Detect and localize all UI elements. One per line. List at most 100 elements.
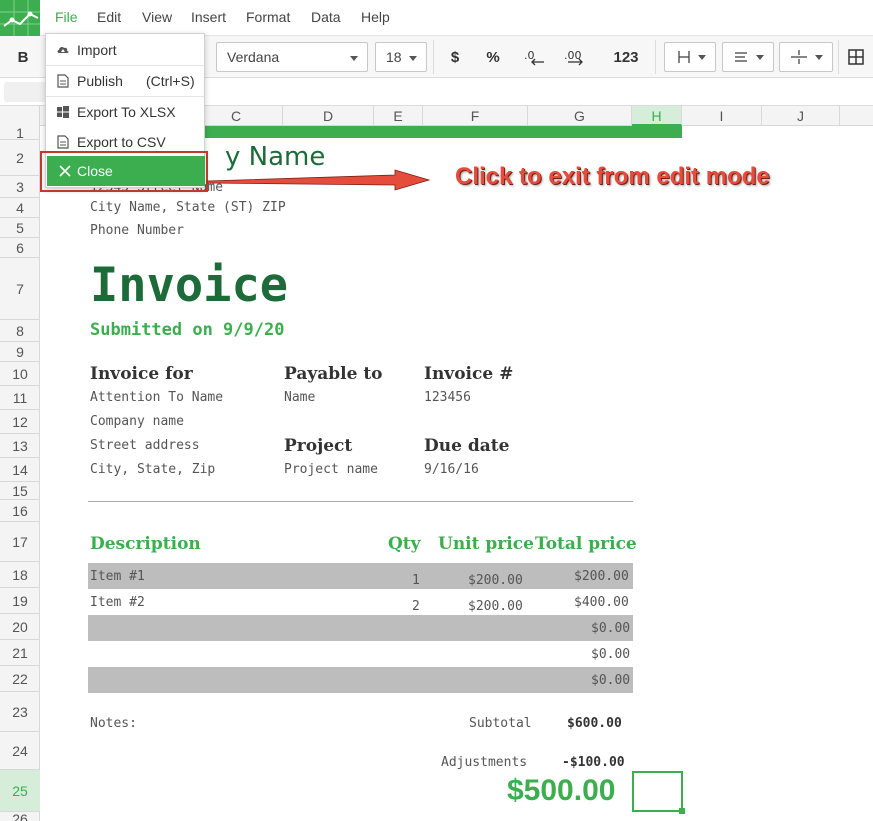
decrease-decimal-button[interactable]: .0: [520, 42, 550, 72]
item-qty: 2: [412, 599, 420, 614]
row-header[interactable]: 8: [0, 320, 40, 342]
menu-item-publish[interactable]: Publish (Ctrl+S): [46, 66, 204, 96]
menu-item-import[interactable]: Import: [46, 35, 204, 65]
chevron-down-icon: [409, 56, 417, 61]
borders-button[interactable]: [664, 42, 716, 72]
invoice-title: Invoice: [90, 258, 289, 313]
row-header[interactable]: 12: [0, 410, 40, 434]
col-description-label: Description: [90, 534, 201, 554]
grid-button[interactable]: [843, 42, 869, 72]
row-header[interactable]: 21: [0, 640, 40, 666]
table-row: $0.00: [88, 641, 633, 667]
annotation-text: Click to exit from edit mode: [455, 163, 770, 190]
adjustments-label: Adjustments: [441, 755, 528, 770]
row-header[interactable]: 19: [0, 588, 40, 614]
row-header[interactable]: 2: [0, 140, 40, 176]
row-header[interactable]: 22: [0, 666, 40, 692]
project-label: Project: [284, 436, 353, 456]
invoice-number: 123456: [424, 390, 471, 405]
row-header[interactable]: 4: [0, 198, 40, 218]
column-header[interactable]: D: [283, 106, 374, 126]
column-header[interactable]: G: [528, 106, 632, 126]
row-header[interactable]: 20: [0, 614, 40, 640]
document-icon: [57, 135, 69, 149]
column-header[interactable]: J: [762, 106, 840, 126]
item-qty: 1: [412, 573, 420, 588]
column-header[interactable]: F: [423, 106, 528, 126]
active-cell-cursor[interactable]: [632, 771, 685, 814]
row-header[interactable]: 15: [0, 482, 40, 500]
export-csv-label: Export to CSV: [77, 134, 166, 150]
row-header-selected[interactable]: 25: [0, 770, 40, 812]
row-header[interactable]: 1: [0, 125, 40, 141]
item-unit-price: $200.00: [468, 573, 523, 588]
font-size-select[interactable]: 18: [375, 42, 427, 72]
bold-button[interactable]: B: [8, 42, 38, 72]
row-header[interactable]: 6: [0, 238, 40, 258]
svg-text:.0: .0: [524, 49, 535, 62]
increase-decimal-button[interactable]: .00: [560, 42, 594, 72]
cloud-upload-icon: [57, 46, 69, 53]
row-header[interactable]: 26: [0, 811, 40, 821]
menu-file[interactable]: File: [55, 9, 78, 25]
item-total: $400.00: [574, 595, 629, 610]
toolbar-divider: [433, 40, 434, 74]
row-header[interactable]: 10: [0, 362, 40, 386]
table-row: Item #2 2 $200.00 $400.00: [88, 589, 633, 615]
menu-data[interactable]: Data: [311, 9, 341, 25]
row-header[interactable]: 17: [0, 522, 40, 562]
currency-button[interactable]: $: [442, 42, 468, 72]
valign-button[interactable]: [779, 42, 833, 72]
table-row: Item #1 1 $200.00 $200.00: [88, 563, 633, 589]
city-state-zip: City Name, State (ST) ZIP: [90, 200, 286, 215]
chevron-down-icon: [350, 56, 358, 61]
align-button[interactable]: [722, 42, 774, 72]
percent-button[interactable]: %: [480, 42, 506, 72]
row-header[interactable]: 13: [0, 434, 40, 458]
menu-help[interactable]: Help: [361, 9, 390, 25]
font-select[interactable]: Verdana: [216, 42, 368, 72]
row-header[interactable]: 14: [0, 458, 40, 482]
row-header[interactable]: 9: [0, 342, 40, 362]
invoice-for-label: Invoice for: [90, 364, 193, 384]
menu-insert[interactable]: Insert: [191, 9, 226, 25]
toolbar-divider: [655, 40, 656, 74]
row-header[interactable]: 16: [0, 500, 40, 522]
client-city: City, State, Zip: [90, 462, 216, 477]
column-header[interactable]: I: [682, 106, 762, 126]
item-total: $0.00: [591, 673, 631, 688]
row-header[interactable]: 24: [0, 732, 40, 770]
phone-number: Phone Number: [90, 223, 184, 238]
font-size-value: 18: [386, 49, 402, 65]
attention-to: Attention To Name: [90, 390, 224, 405]
row-header[interactable]: 3: [0, 176, 40, 198]
number-format-button[interactable]: 123: [604, 42, 648, 72]
subtotal-label: Subtotal: [469, 716, 532, 731]
borders-icon: [678, 51, 706, 63]
row-header[interactable]: 11: [0, 386, 40, 410]
row-header[interactable]: 18: [0, 562, 40, 588]
row-header[interactable]: 23: [0, 692, 40, 732]
menu-format[interactable]: Format: [246, 9, 290, 25]
row-header[interactable]: 7: [0, 258, 40, 320]
company-name-field: Company name: [90, 414, 184, 429]
column-header-selected[interactable]: H: [632, 106, 682, 126]
svg-text:.00: .00: [564, 49, 582, 62]
due-date-label: Due date: [424, 436, 510, 456]
column-header[interactable]: E: [374, 106, 423, 126]
row-header-bar: 1 2 3 4 5 6 7 8 9 10 11 12 13 14 15 16 1…: [0, 106, 40, 821]
col-unit-price-label: Unit price: [438, 534, 534, 554]
payable-name: Name: [284, 390, 316, 405]
menu-item-export-xlsx[interactable]: Export To XLSX: [46, 97, 204, 127]
menu-view[interactable]: View: [142, 9, 172, 25]
table-row: $0.00: [88, 615, 633, 641]
row-header[interactable]: 5: [0, 218, 40, 238]
item-total: $200.00: [574, 569, 629, 584]
menu-edit[interactable]: Edit: [97, 9, 121, 25]
grand-total: $500.00: [507, 774, 616, 807]
item-total: $0.00: [591, 647, 631, 662]
app-logo: [0, 0, 40, 36]
annotation-arrow: [206, 169, 431, 191]
street-address: Street address: [90, 438, 200, 453]
import-label: Import: [77, 42, 117, 58]
